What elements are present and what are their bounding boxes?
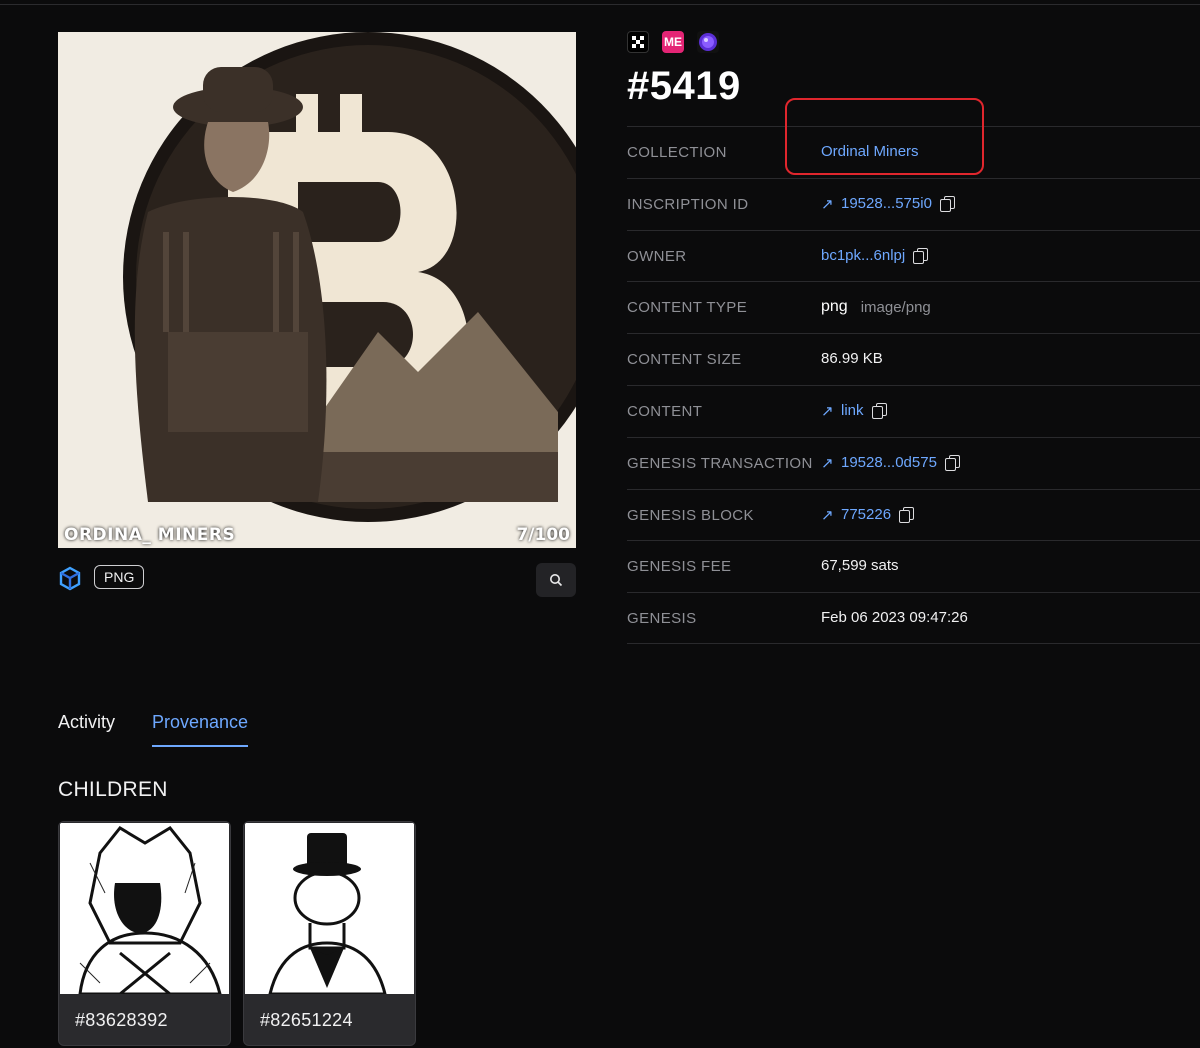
child-label: #82651224 (260, 1010, 353, 1030)
child-image (60, 823, 229, 996)
genesis-transaction-link[interactable]: 19528...0d575 (841, 454, 937, 471)
detail-value: 67,599 sats (821, 557, 899, 575)
inscription-id-link[interactable]: 19528...575i0 (841, 195, 932, 212)
detail-label: GENESIS BLOCK (627, 506, 754, 524)
detail-value: 86.99 KB (821, 350, 883, 368)
copy-icon[interactable] (944, 455, 960, 472)
detail-row-owner: OWNER bc1pk...6nlpj (627, 229, 1200, 282)
detail-value: bc1pk...6nlpj (821, 247, 929, 264)
detail-value: ↗ 775226 (821, 506, 915, 524)
detail-label: CONTENT (627, 402, 703, 420)
detail-row-genesis-block: GENESIS BLOCK ↗ 775226 (627, 488, 1200, 541)
tab-activity[interactable]: Activity (58, 712, 115, 733)
copy-icon[interactable] (939, 196, 955, 213)
copy-icon[interactable] (913, 247, 929, 264)
detail-label: OWNER (627, 247, 687, 265)
external-link-icon: ↗ (821, 454, 834, 472)
inscription-title: #5419 (627, 64, 741, 108)
tab-provenance[interactable]: Provenance (152, 712, 249, 747)
detail-label: COLLECTION (627, 144, 727, 161)
inscription-image[interactable]: ORDINA_ MINERS 7/100 (58, 32, 576, 548)
detail-label: GENESIS (627, 610, 697, 628)
okx-logo (632, 36, 644, 48)
sheep-tophat-artwork (268, 833, 387, 996)
owner-link[interactable]: bc1pk...6nlpj (821, 247, 905, 264)
zoom-button[interactable] (536, 563, 576, 597)
copy-icon[interactable] (871, 403, 887, 420)
top-divider (0, 4, 1200, 5)
detail-value: ↗ 19528...575i0 (821, 195, 955, 213)
detail-value: ↗ link (821, 402, 887, 420)
okx-icon[interactable] (627, 31, 649, 53)
copy-icon[interactable] (899, 507, 915, 524)
detail-label: CONTENT TYPE (627, 299, 748, 317)
content-type-short: png (821, 298, 848, 316)
detail-row-content: CONTENT ↗ link (627, 384, 1200, 437)
child-image (245, 823, 414, 996)
hero-caption-collection: ORDINA_ MINERS (64, 525, 236, 545)
child-card[interactable]: #83628392 (58, 821, 231, 1046)
search-icon (550, 574, 563, 587)
magic-eden-icon[interactable]: ME (662, 31, 684, 53)
annotation-highlight-box (785, 98, 984, 175)
child-label: #83628392 (75, 1010, 168, 1030)
orb-logo (699, 33, 717, 51)
detail-label: GENESIS FEE (627, 558, 732, 576)
inscription-artwork (58, 32, 576, 548)
details-table: COLLECTION Ordinal Miners INSCRIPTION ID… (627, 126, 1200, 644)
detail-row-genesis: GENESIS Feb 06 2023 09:47:26 (627, 592, 1200, 644)
wolf-sheep-artwork (78, 826, 222, 996)
detail-label: GENESIS TRANSACTION (627, 454, 813, 472)
genesis-block-link[interactable]: 775226 (841, 506, 891, 523)
cube-icon (59, 566, 81, 591)
detail-value: ↗ 19528...0d575 (821, 454, 960, 472)
detail-row-content-type: CONTENT TYPE png image/png (627, 281, 1200, 333)
detail-label: CONTENT SIZE (627, 351, 742, 369)
external-link-icon: ↗ (821, 402, 834, 420)
orb-icon[interactable] (697, 31, 719, 53)
external-link-icon: ↗ (821, 195, 834, 213)
child-card[interactable]: #82651224 (243, 821, 416, 1046)
detail-label: INSCRIPTION ID (627, 195, 749, 213)
detail-value: png image/png (821, 298, 931, 316)
detail-row-genesis-fee: GENESIS FEE 67,599 sats (627, 540, 1200, 592)
external-link-icon: ↗ (821, 506, 834, 524)
content-link[interactable]: link (841, 402, 864, 419)
format-badge: PNG (94, 565, 145, 589)
detail-row-content-size: CONTENT SIZE 86.99 KB (627, 333, 1200, 385)
children-heading: CHILDREN (58, 778, 168, 801)
content-type-mime: image/png (860, 298, 931, 316)
image-meta-row: PNG (58, 563, 576, 597)
detail-row-inscription-id: INSCRIPTION ID ↗ 19528...575i0 (627, 177, 1200, 230)
hero-caption-edition: 7/100 (516, 525, 570, 545)
detail-value: Feb 06 2023 09:47:26 (821, 609, 968, 627)
detail-row-genesis-transaction: GENESIS TRANSACTION ↗ 19528...0d575 (627, 436, 1200, 489)
